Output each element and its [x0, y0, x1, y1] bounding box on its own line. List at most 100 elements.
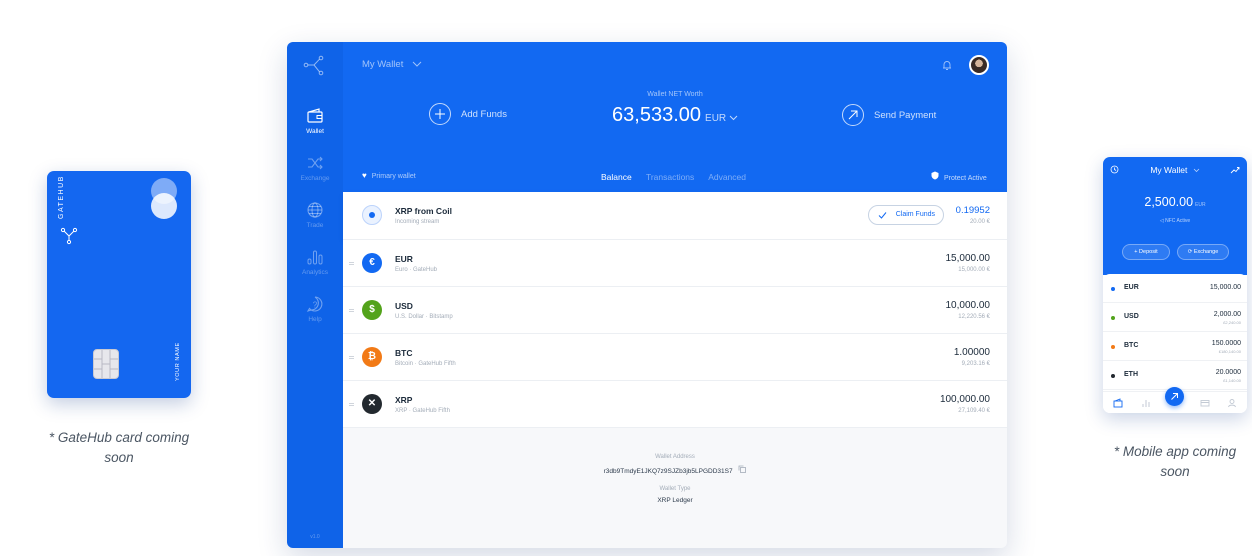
wallet-header: My Wallet Add Funds Wallet NET Worth 63,… [343, 42, 1007, 192]
balance-amount: 100,000.00 [939, 394, 990, 405]
mobile-wallet-selector[interactable]: My Wallet [1103, 165, 1247, 175]
analytics-icon [307, 250, 323, 265]
globe-icon [307, 202, 323, 218]
drag-handle-icon[interactable] [349, 309, 354, 312]
sidebar-item-help[interactable]: ? Help [287, 295, 343, 323]
primary-wallet[interactable]: ♥ Primary wallet [362, 171, 416, 180]
nfc-label: NFC Active [1165, 218, 1191, 224]
mobile-wallet-title: My Wallet [1150, 165, 1188, 175]
refresh-icon: ⟳ [1187, 249, 1193, 255]
drag-handle-icon[interactable] [349, 262, 354, 265]
coil-icon [362, 205, 382, 225]
balance-sub: XRP · GateHub Fifth [395, 408, 450, 414]
wallet-tabs: Balance Transactions Advanced [601, 172, 758, 182]
mobile-row-eur[interactable]: EUR 15,000.00 [1103, 274, 1247, 303]
balance-row-btc[interactable]: ₿ BTC Bitcoin · GateHub Fifth 1.00000 9,… [343, 334, 1007, 381]
coil-sub: Incoming stream [395, 219, 440, 225]
balance-fiat: 12,220.56 € [958, 314, 990, 320]
claim-funds-label: Claim Funds [895, 211, 935, 218]
exchange-button[interactable]: ⟳ Exchange [1177, 244, 1229, 260]
exchange-label: Exchange [1193, 249, 1219, 255]
mobile-row-usd[interactable]: USD 2,000.00 £2,240.00 [1103, 303, 1247, 332]
sidebar-item-analytics[interactable]: Analytics [287, 248, 343, 276]
help-icon: ? [306, 296, 323, 312]
mobile-row-fiat: £180,140.00 [1218, 349, 1241, 354]
net-worth-currency[interactable]: EUR [705, 113, 738, 124]
euro-icon: € [362, 253, 382, 273]
gatehub-logo-icon [60, 227, 78, 245]
mobile-caption: * Mobile app coming soon [1113, 444, 1237, 479]
balance-row-usd[interactable]: $ USD U.S. Dollar · Bitstamp 10,000.00 1… [343, 287, 1007, 334]
balance-amount: 15,000.00 [945, 253, 991, 264]
mobile-row-amount: 20.0000 [1215, 369, 1241, 376]
wallet-icon [307, 108, 323, 123]
sidebar-item-wallet[interactable]: Wallet [287, 107, 343, 135]
sidebar-item-label: Help [308, 316, 322, 323]
user-icon[interactable] [1227, 398, 1237, 408]
tab-advanced[interactable]: Advanced [708, 172, 746, 182]
balance-name: BTC [395, 348, 413, 358]
mobile-row-name: ETH [1124, 371, 1138, 378]
balance-name: EUR [395, 254, 413, 264]
deposit-button[interactable]: + Deposit [1122, 244, 1170, 260]
bell-icon[interactable] [941, 59, 953, 71]
bitcoin-icon: ₿ [362, 347, 382, 367]
send-fab-button[interactable] [1165, 387, 1184, 406]
sidebar-item-exchange[interactable]: Exchange [287, 154, 343, 182]
balance-row-eur[interactable]: € EUR Euro · GateHub 15,000.00 15,000.00… [343, 240, 1007, 287]
arrow-up-right-icon [1171, 393, 1178, 400]
balance-row-xrp[interactable]: ✕ XRP XRP · GateHub Fifth 100,000.00 27,… [343, 381, 1007, 428]
mobile-row-name: USD [1124, 313, 1139, 320]
protect-label: Protect Active [943, 175, 987, 182]
app-logo-icon[interactable] [303, 54, 325, 76]
balance-sub: U.S. Dollar · Bitstamp [395, 314, 453, 320]
analytics-icon[interactable] [1141, 398, 1151, 408]
stage: GATEHUB YOUR NAME * GateHub card coming … [0, 0, 1252, 556]
gatehub-card: GATEHUB YOUR NAME [47, 171, 191, 398]
sidebar-item-label: Analytics [301, 269, 328, 276]
card-caption: * GateHub card coming soon [48, 430, 190, 465]
sidebar: Wallet Exchange Trade Analytics ? Help v… [287, 42, 343, 548]
mobile-row-name: EUR [1124, 284, 1139, 291]
mobile-row-amount: 15,000.00 [1209, 284, 1241, 291]
balance-amount: 1.00000 [953, 347, 990, 358]
status-dot [1111, 374, 1115, 378]
protect-status[interactable]: Protect Active [931, 171, 987, 182]
primary-wallet-label: Primary wallet [371, 173, 416, 180]
coil-amount: 0.19952 [955, 205, 990, 216]
mobile-row-fiat: £2,240.00 [1223, 320, 1241, 325]
card-network-circle-bottom [151, 193, 177, 219]
drag-handle-icon[interactable] [349, 356, 354, 359]
mobile-row-eth[interactable]: ETH 20.0000 £1,140.00 [1103, 361, 1247, 390]
mobile-row-name: BTC [1124, 342, 1139, 349]
heart-icon: ♥ [362, 171, 367, 180]
status-dot [1111, 316, 1115, 320]
checkmark-icon [878, 212, 887, 219]
avatar[interactable] [969, 55, 989, 75]
shuffle-icon [308, 156, 323, 170]
claim-funds-button[interactable]: Claim Funds [868, 205, 944, 225]
trend-icon[interactable] [1230, 166, 1240, 174]
mobile-app: My Wallet 2,500.00 EUR ◁ NFC Active + Dep… [1103, 157, 1247, 413]
mobile-header: My Wallet 2,500.00 EUR ◁ NFC Active + Dep… [1103, 157, 1247, 275]
wallet-selector[interactable]: My Wallet [362, 59, 422, 70]
chevron-down-icon [1193, 168, 1199, 173]
net-worth-currency-label: EUR [705, 113, 727, 124]
wallet-icon[interactable] [1113, 398, 1123, 408]
svg-text:?: ? [313, 301, 318, 310]
status-dot [1111, 287, 1115, 291]
mobile-balance: 2,500.00 EUR [1103, 195, 1247, 209]
balance-fiat: 15,000.00 € [958, 267, 990, 273]
drag-handle-icon[interactable] [349, 403, 354, 406]
sidebar-item-trade[interactable]: Trade [287, 201, 343, 229]
coil-stream-row[interactable]: XRP from Coil Incoming stream Claim Fund… [343, 192, 1007, 240]
card-icon[interactable] [1200, 398, 1210, 408]
mobile-row-fiat: £1,140.00 [1223, 378, 1241, 383]
mobile-row-amount: 150.0000 [1211, 340, 1241, 347]
mobile-row-btc[interactable]: BTC 150.0000 £180,140.00 [1103, 332, 1247, 361]
wallet-info: Wallet Address r3db9TmdyE1JKQ7z9SJZb3jb5… [343, 454, 1007, 515]
tab-balance[interactable]: Balance [601, 172, 632, 182]
nfc-icon: ◁ [1159, 218, 1164, 224]
copy-icon[interactable] [738, 465, 747, 473]
tab-transactions[interactable]: Transactions [646, 172, 694, 182]
